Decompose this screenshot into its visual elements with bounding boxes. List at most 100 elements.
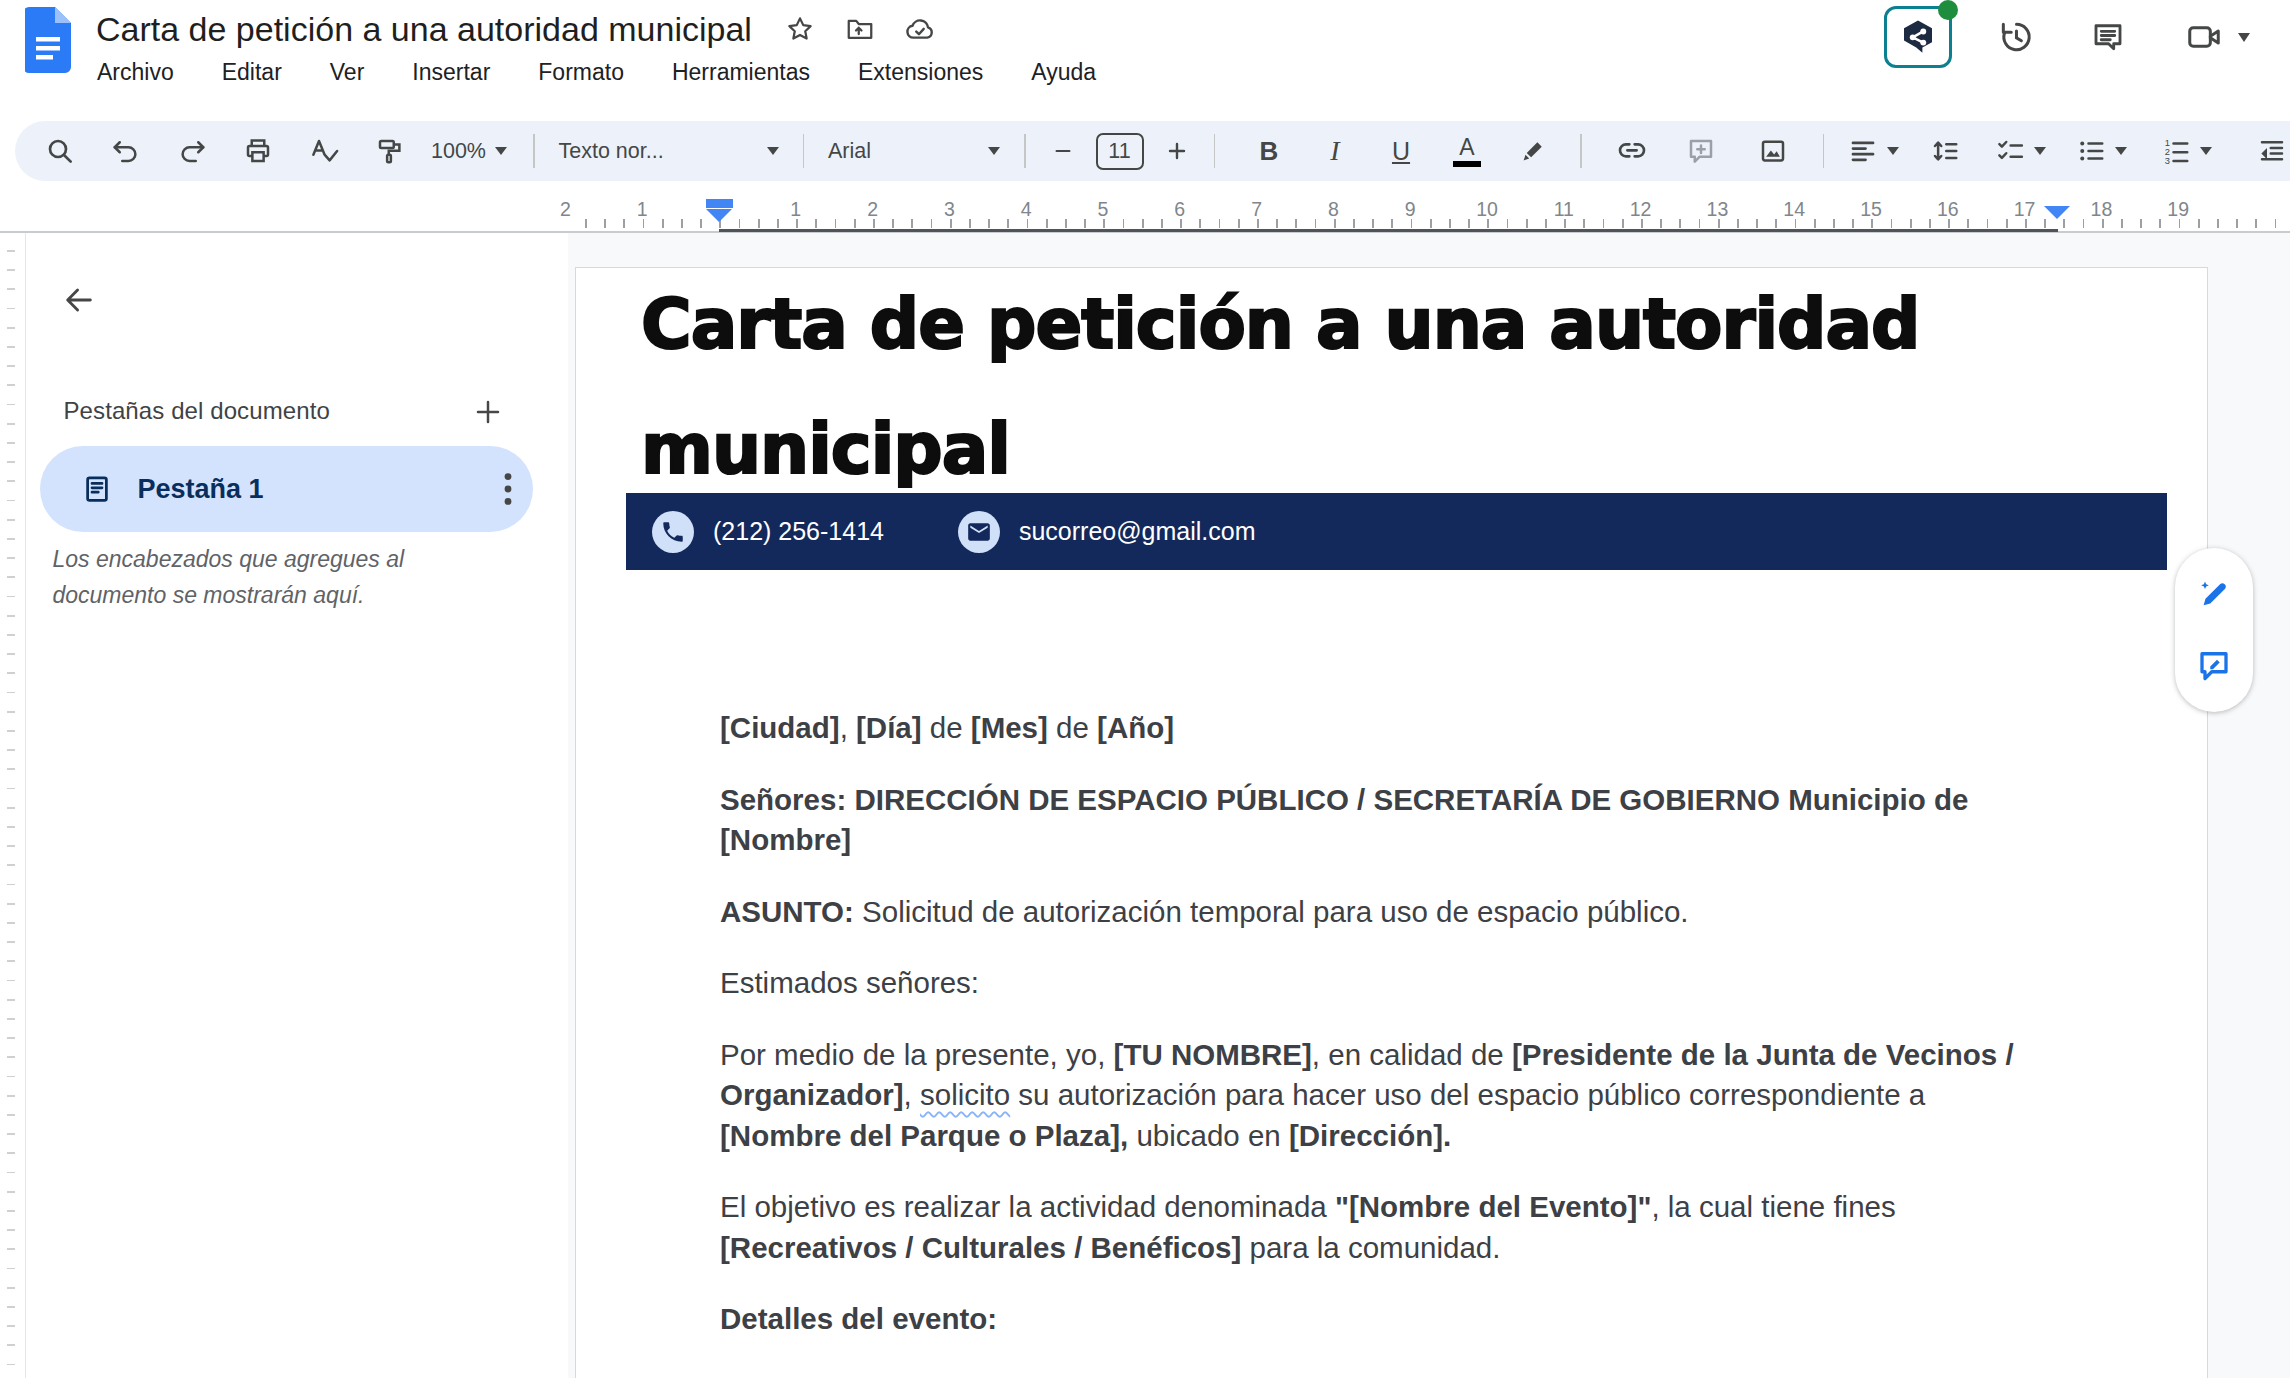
spelling-check-icon[interactable] <box>302 129 346 173</box>
font-select[interactable]: Arial <box>818 129 1010 173</box>
redo-icon[interactable] <box>170 129 214 173</box>
right-indent-marker[interactable] <box>2044 206 2070 219</box>
close-panel-back-arrow[interactable] <box>47 268 111 332</box>
version-history-icon[interactable] <box>1994 15 2038 59</box>
document-title[interactable]: Carta de petición a una autoridad munici… <box>96 10 752 49</box>
menu-archivo[interactable]: Archivo <box>73 52 198 92</box>
insert-link-icon[interactable] <box>1610 129 1654 173</box>
decrease-font-size-button[interactable] <box>1046 129 1080 173</box>
menu-extensiones[interactable]: Extensiones <box>834 52 1007 92</box>
ruler-number: 2 <box>560 198 571 221</box>
ruler-number: 11 <box>1554 198 1574 221</box>
menu-ver[interactable]: Ver <box>306 52 389 92</box>
zoom-select[interactable]: 100% <box>425 129 513 173</box>
paragraph[interactable]: El objetivo es realizar la actividad den… <box>720 1187 2100 1268</box>
toolbar: 100% Texto nor... Arial 11 B I U A <box>15 121 2290 181</box>
email-address[interactable]: sucorreo@gmail.com <box>1019 517 1256 546</box>
ruler-number: 1 <box>790 198 801 221</box>
ruler-number: 6 <box>1174 198 1185 221</box>
ruler-number: 19 <box>2167 198 2189 221</box>
bold-button[interactable]: B <box>1247 129 1291 173</box>
numbered-list-select[interactable]: 123 <box>2161 129 2212 173</box>
line-spacing-icon[interactable] <box>1923 129 1967 173</box>
tab-options-kebab-icon[interactable] <box>484 446 533 532</box>
menu-formato[interactable]: Formato <box>514 52 648 92</box>
align-select[interactable] <box>1848 129 1899 173</box>
paragraph[interactable]: Estimados señores: <box>720 963 2100 1004</box>
paragraph[interactable]: Por medio de la presente, yo, [TU NOMBRE… <box>720 1035 2100 1157</box>
menubar: ArchivoEditarVerInsertarFormatoHerramien… <box>73 52 1120 92</box>
phone-number[interactable]: (212) 256-1414 <box>713 517 884 546</box>
floating-action-pill <box>2175 548 2253 712</box>
phone-icon <box>652 511 694 553</box>
checklist-select[interactable] <box>1995 129 2046 173</box>
email-icon <box>958 511 1000 553</box>
doc-heading[interactable]: Carta de petición a una autoridad munici… <box>641 262 2021 512</box>
browser-extension-icon[interactable] <box>1884 6 1952 68</box>
vertical-ruler <box>0 233 26 1378</box>
help-me-write-icon[interactable] <box>2192 573 2236 617</box>
ruler-number: 18 <box>2091 198 2113 221</box>
ruler-number: 17 <box>2014 198 2036 221</box>
ruler-number: 4 <box>1021 198 1032 221</box>
paragraph-styles-select[interactable]: Texto nor... <box>549 129 789 173</box>
highlight-color-icon[interactable] <box>1511 129 1555 173</box>
left-indent-marker[interactable] <box>705 199 733 222</box>
increase-font-size-button[interactable] <box>1160 129 1194 173</box>
font-size-input[interactable]: 11 <box>1096 133 1144 170</box>
ruler-number: 13 <box>1707 198 1729 221</box>
ruler-number: 9 <box>1405 198 1416 221</box>
tab-document-icon <box>82 473 112 505</box>
text-color-button[interactable]: A <box>1445 129 1489 173</box>
document-page[interactable]: Carta de petición a una autoridad munici… <box>575 267 2208 1378</box>
add-comment-icon[interactable] <box>1679 129 1723 173</box>
tabs-panel-title: Pestañas del documento <box>64 397 330 425</box>
menu-insertar[interactable]: Insertar <box>388 52 514 92</box>
horizontal-ruler[interactable]: 2112345678910111213141516171819 <box>0 196 2290 233</box>
paint-format-icon[interactable] <box>368 129 412 173</box>
decrease-indent-icon[interactable] <box>2250 129 2290 173</box>
document-tab-item[interactable]: Pestaña 1 <box>40 446 533 532</box>
bulleted-list-select[interactable] <box>2076 129 2127 173</box>
star-icon[interactable] <box>778 7 822 51</box>
add-tab-button[interactable] <box>462 391 514 433</box>
insert-image-icon[interactable] <box>1751 129 1795 173</box>
google-docs-logo-icon[interactable] <box>25 7 71 73</box>
ruler-number: 3 <box>944 198 955 221</box>
contact-banner[interactable]: (212) 256-1414 sucorreo@gmail.com <box>626 493 2167 570</box>
ruler-number: 12 <box>1630 198 1652 221</box>
ruler-number: 16 <box>1937 198 1959 221</box>
svg-text:3: 3 <box>2165 156 2170 166</box>
ruler-number: 7 <box>1251 198 1262 221</box>
paragraph[interactable]: [Ciudad], [Día] de [Mes] de [Año] <box>720 708 2100 749</box>
ruler-number: 5 <box>1098 198 1109 221</box>
undo-icon[interactable] <box>104 129 148 173</box>
paragraph[interactable]: ASUNTO: Solicitud de autorización tempor… <box>720 892 2100 933</box>
tab-label: Pestaña 1 <box>138 474 264 505</box>
comments-icon[interactable] <box>2086 15 2130 59</box>
italic-button[interactable]: I <box>1313 129 1357 173</box>
print-icon[interactable] <box>236 129 280 173</box>
meet-dropdown-caret[interactable] <box>2238 33 2250 42</box>
add-comment-floating-icon[interactable] <box>2192 643 2236 687</box>
paragraph[interactable]: Señores: DIRECCIÓN DE ESPACIO PÚBLICO / … <box>720 780 2100 861</box>
menu-editar[interactable]: Editar <box>198 52 306 92</box>
ruler-number: 2 <box>867 198 878 221</box>
menu-herramientas[interactable]: Herramientas <box>648 52 834 92</box>
document-tabs-panel: Pestañas del documento Pestaña 1 Los enc… <box>27 233 568 1378</box>
move-to-folder-icon[interactable] <box>838 7 882 51</box>
underline-button[interactable]: U <box>1379 129 1423 173</box>
ruler-number: 8 <box>1328 198 1339 221</box>
document-body-text[interactable]: [Ciudad], [Día] de [Mes] de [Año] Señores… <box>720 708 2100 1371</box>
tabs-panel-caption: Los encabezados que agregues al document… <box>53 541 405 613</box>
ruler-number: 10 <box>1476 198 1498 221</box>
meet-camera-icon[interactable] <box>2182 15 2226 59</box>
ruler-margin-bar <box>719 229 2058 232</box>
search-menus-icon[interactable] <box>38 129 82 173</box>
menu-ayuda[interactable]: Ayuda <box>1007 52 1120 92</box>
paragraph[interactable]: Detalles del evento: <box>720 1299 2100 1340</box>
ruler-number: 15 <box>1860 198 1882 221</box>
cloud-status-icon[interactable] <box>898 7 942 51</box>
ruler-number: 1 <box>637 198 648 221</box>
extension-status-dot <box>1938 0 1958 20</box>
